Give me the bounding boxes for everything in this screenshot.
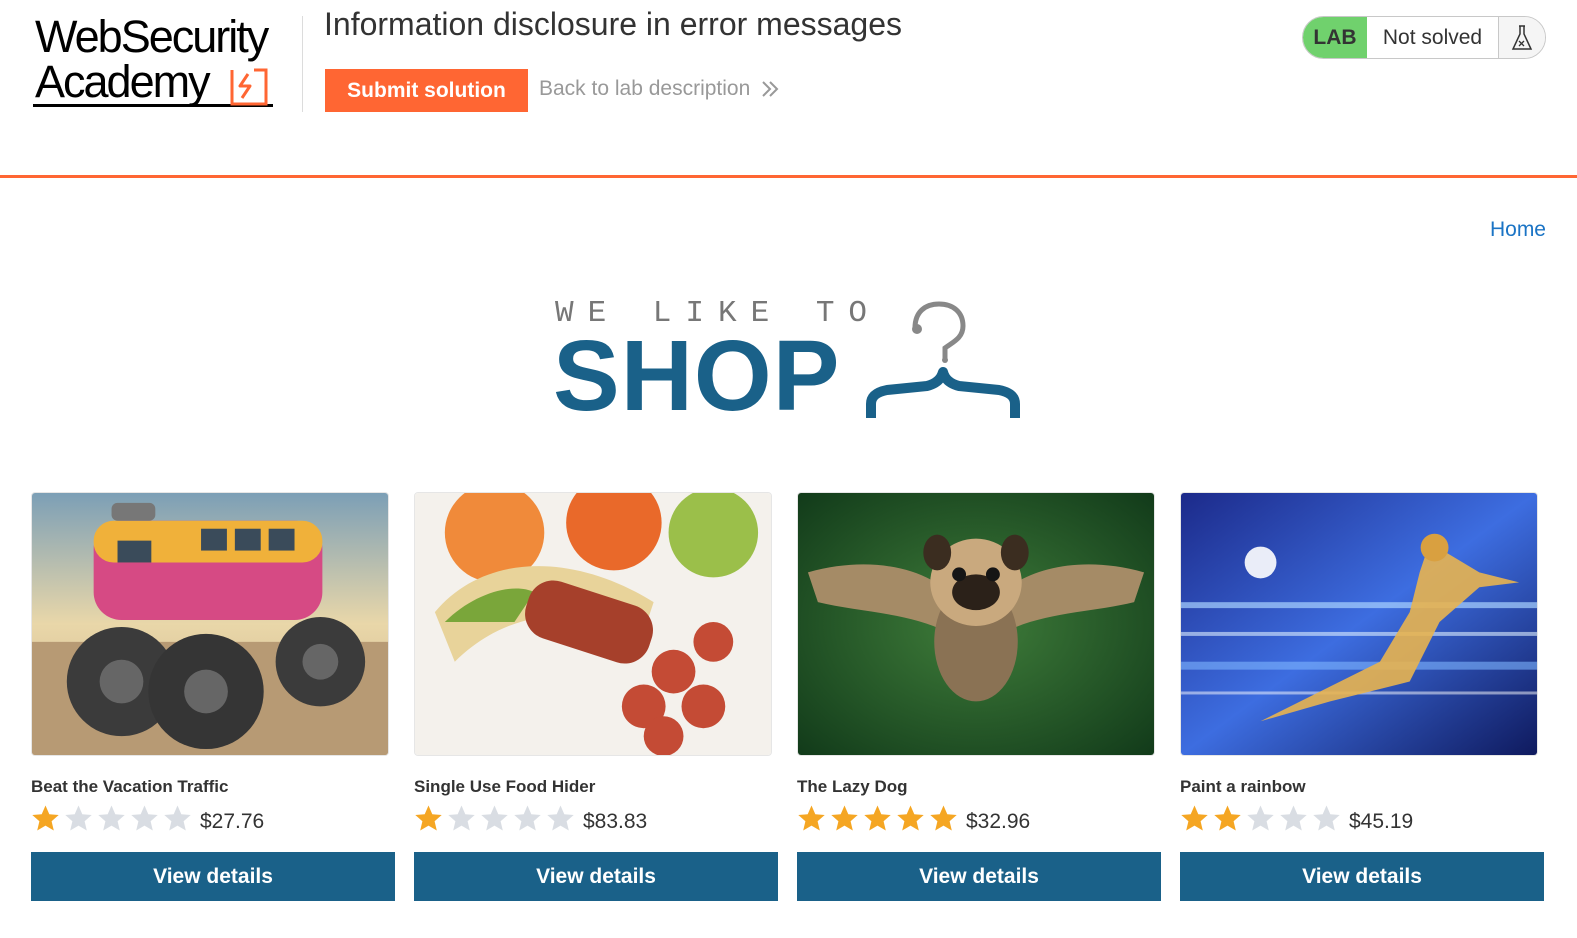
- star-filled-icon: [1214, 805, 1241, 830]
- star-filled-icon: [415, 805, 442, 830]
- star-empty-icon: [448, 805, 475, 830]
- flask-icon: [1511, 24, 1533, 50]
- star-empty-icon: [164, 805, 191, 830]
- lab-badge: LAB: [1303, 17, 1367, 58]
- home-link[interactable]: Home: [1490, 218, 1546, 242]
- product-image-banana-sausage[interactable]: [414, 492, 772, 756]
- product-rating: $45.19: [1180, 803, 1413, 833]
- double-chevron-right-icon: [762, 81, 779, 97]
- product-price: $83.83: [583, 810, 648, 833]
- rating-stars: [797, 804, 962, 833]
- view-details-button[interactable]: View details: [31, 852, 395, 901]
- star-empty-icon: [514, 805, 541, 830]
- lab-header: WebSecurity Academy Information disclosu…: [0, 0, 1577, 178]
- star-filled-icon: [1181, 805, 1208, 830]
- view-details-button[interactable]: View details: [414, 852, 778, 901]
- star-empty-icon: [1280, 805, 1307, 830]
- product-name: Beat the Vacation Traffic: [31, 777, 229, 796]
- star-filled-icon: [930, 805, 957, 830]
- product-image-flying-pug[interactable]: [797, 492, 1155, 756]
- star-empty-icon: [547, 805, 574, 830]
- shop-banner: WE LIKE TO SHOP: [553, 296, 1023, 426]
- star-empty-icon: [1313, 805, 1340, 830]
- product-card: The Lazy Dog $32.96 View details: [797, 492, 1162, 901]
- star-filled-icon: [864, 805, 891, 830]
- lab-title: Information disclosure in error messages: [324, 6, 903, 42]
- star-empty-icon: [98, 805, 125, 830]
- star-filled-icon: [798, 805, 825, 830]
- header-divider: [302, 16, 303, 112]
- product-price: $32.96: [966, 810, 1031, 833]
- rating-stars: [414, 804, 579, 833]
- back-to-lab-description-link[interactable]: Back to lab description: [539, 77, 780, 101]
- view-details-button[interactable]: View details: [797, 852, 1161, 901]
- product-name: Paint a rainbow: [1180, 777, 1306, 796]
- lab-status-icon-cell: [1499, 17, 1545, 58]
- view-details-button[interactable]: View details: [1180, 852, 1544, 901]
- product-price: $27.76: [200, 810, 265, 833]
- product-name: The Lazy Dog: [797, 777, 908, 796]
- submit-solution-button[interactable]: Submit solution: [325, 69, 528, 112]
- rating-stars: [31, 804, 196, 833]
- clothes-hanger-icon: [866, 301, 1020, 418]
- product-price: $45.19: [1349, 810, 1414, 833]
- product-card: Beat the Vacation Traffic $27.76 View de…: [31, 492, 396, 901]
- star-filled-icon: [831, 805, 858, 830]
- product-rating: $83.83: [414, 803, 647, 833]
- product-rating: $32.96: [797, 803, 1030, 833]
- product-image-light-speed-runner[interactable]: [1180, 492, 1538, 756]
- star-filled-icon: [32, 805, 59, 830]
- lab-status-widget: LAB Not solved: [1302, 16, 1546, 59]
- rating-stars: [1180, 804, 1345, 833]
- logo-text-line2: Academy: [35, 56, 211, 107]
- product-rating: $27.76: [31, 803, 264, 833]
- product-card: Paint a rainbow $45.19 View details: [1180, 492, 1545, 901]
- product-image-monster-truck-van[interactable]: [31, 492, 389, 756]
- web-security-academy-logo[interactable]: WebSecurity Academy: [30, 12, 298, 112]
- star-filled-icon: [897, 805, 924, 830]
- back-link-label: Back to lab description: [539, 77, 751, 100]
- star-empty-icon: [65, 805, 92, 830]
- lab-status-text: Not solved: [1367, 17, 1499, 58]
- star-empty-icon: [1247, 805, 1274, 830]
- banner-title: SHOP: [553, 320, 841, 432]
- product-card: Single Use Food Hider $83.83 View detail…: [414, 492, 779, 901]
- star-empty-icon: [131, 805, 158, 830]
- logo-text-line1: WebSecurity: [35, 11, 269, 62]
- star-empty-icon: [481, 805, 508, 830]
- academy-logo-mark-icon: [230, 68, 268, 106]
- product-name: Single Use Food Hider: [414, 777, 596, 796]
